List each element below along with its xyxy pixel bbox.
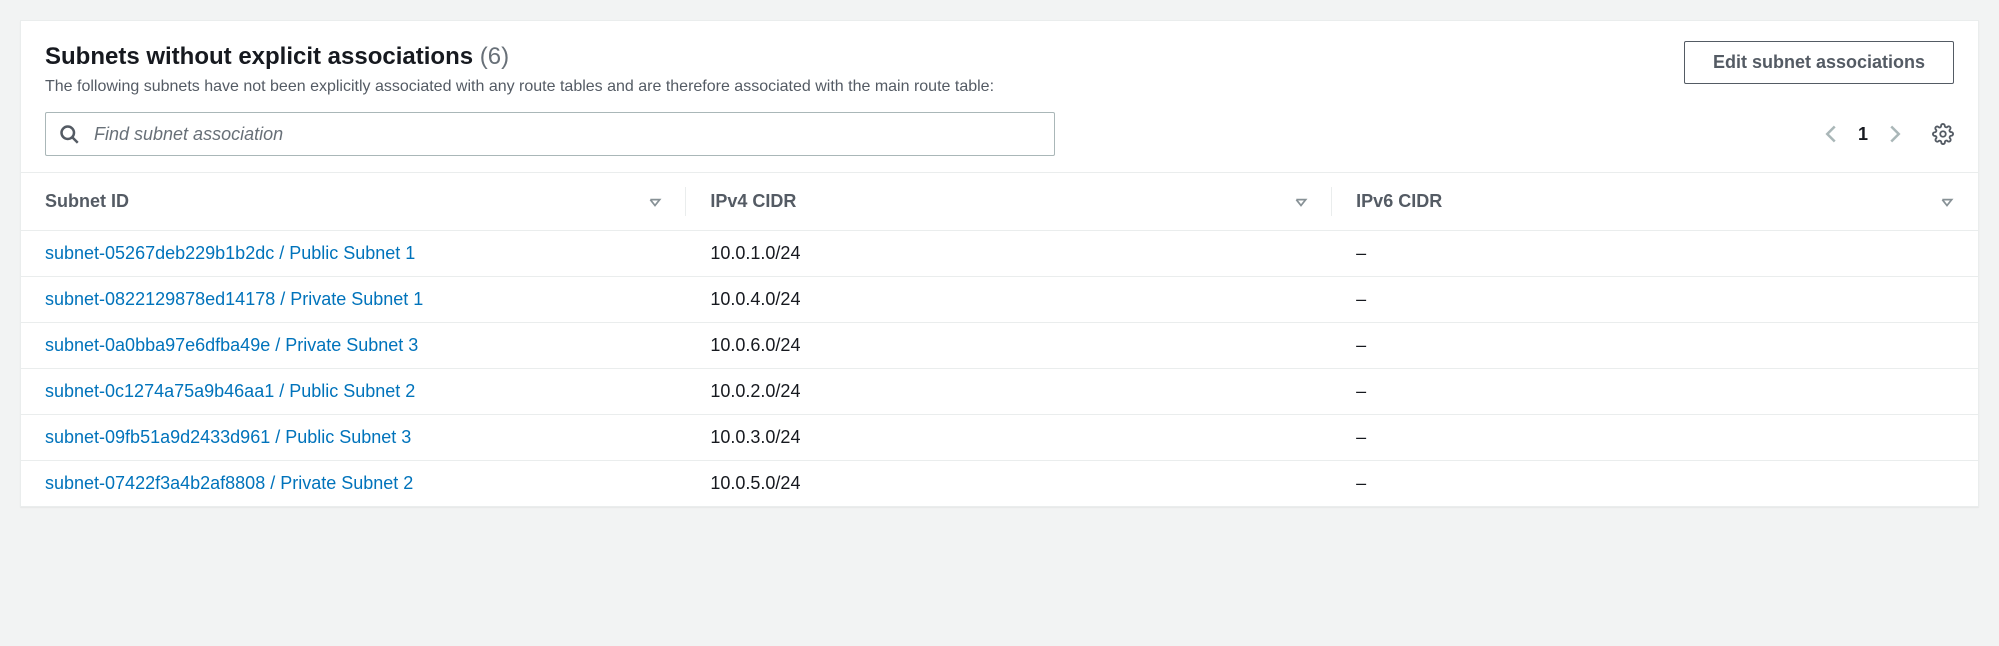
subnet-id-link[interactable]: subnet-05267deb229b1b2dc / Public Subnet… [21,231,686,277]
subnet-associations-panel: Subnets without explicit associations (6… [20,20,1979,507]
table-row: subnet-05267deb229b1b2dc / Public Subnet… [21,231,1978,277]
ipv4-cidr-cell: 10.0.3.0/24 [686,415,1332,461]
ipv4-cidr-cell: 10.0.4.0/24 [686,277,1332,323]
table-body: subnet-05267deb229b1b2dc / Public Subnet… [21,231,1978,507]
gear-icon [1932,123,1954,145]
ipv6-cidr-cell: – [1332,277,1978,323]
table-header: Subnet ID IPv4 CIDR [21,173,1978,231]
ipv6-cidr-cell: – [1332,415,1978,461]
subnet-id-link[interactable]: subnet-07422f3a4b2af8808 / Private Subne… [21,461,686,507]
column-label: Subnet ID [45,191,129,212]
panel-subtitle: The following subnets have not been expl… [45,78,1684,96]
edit-subnet-associations-button[interactable]: Edit subnet associations [1684,41,1954,84]
title-wrap: Subnets without explicit associations (6… [45,41,1684,96]
panel-title: Subnets without explicit associations (6… [45,41,1684,72]
table-row: subnet-07422f3a4b2af8808 / Private Subne… [21,461,1978,507]
subnet-id-link[interactable]: subnet-0c1274a75a9b46aa1 / Public Subnet… [21,369,686,415]
column-header-ipv4-cidr[interactable]: IPv4 CIDR [686,173,1332,231]
ipv4-cidr-cell: 10.0.6.0/24 [686,323,1332,369]
search-icon [59,124,79,144]
sort-icon [1294,195,1308,209]
sort-icon [1940,195,1954,209]
sort-icon [648,195,662,209]
panel-header: Subnets without explicit associations (6… [21,41,1978,112]
table-row: subnet-09fb51a9d2433d961 / Public Subnet… [21,415,1978,461]
column-header-ipv6-cidr[interactable]: IPv6 CIDR [1332,173,1978,231]
search-input[interactable] [45,112,1055,156]
ipv6-cidr-cell: – [1332,323,1978,369]
search-box [45,112,1055,156]
column-label: IPv4 CIDR [710,191,796,212]
subnet-id-link[interactable]: subnet-09fb51a9d2433d961 / Public Subnet… [21,415,686,461]
next-page-button[interactable] [1888,124,1902,144]
subnet-id-link[interactable]: subnet-0a0bba97e6dfba49e / Private Subne… [21,323,686,369]
column-label: IPv6 CIDR [1356,191,1442,212]
subnet-id-link[interactable]: subnet-0822129878ed14178 / Private Subne… [21,277,686,323]
ipv6-cidr-cell: – [1332,461,1978,507]
ipv6-cidr-cell: – [1332,369,1978,415]
pagination: 1 [1824,123,1954,145]
title-count: (6) [480,43,509,70]
title-text: Subnets without explicit associations [45,43,473,70]
table-row: subnet-0a0bba97e6dfba49e / Private Subne… [21,323,1978,369]
prev-page-button[interactable] [1824,124,1838,144]
ipv4-cidr-cell: 10.0.1.0/24 [686,231,1332,277]
settings-button[interactable] [1932,123,1954,145]
page-number: 1 [1858,124,1868,145]
ipv4-cidr-cell: 10.0.5.0/24 [686,461,1332,507]
column-header-subnet-id[interactable]: Subnet ID [21,173,686,231]
subnet-table: Subnet ID IPv4 CIDR [21,172,1978,506]
table-row: subnet-0822129878ed14178 / Private Subne… [21,277,1978,323]
ipv4-cidr-cell: 10.0.2.0/24 [686,369,1332,415]
ipv6-cidr-cell: – [1332,231,1978,277]
controls-row: 1 [21,112,1978,172]
table-row: subnet-0c1274a75a9b46aa1 / Public Subnet… [21,369,1978,415]
